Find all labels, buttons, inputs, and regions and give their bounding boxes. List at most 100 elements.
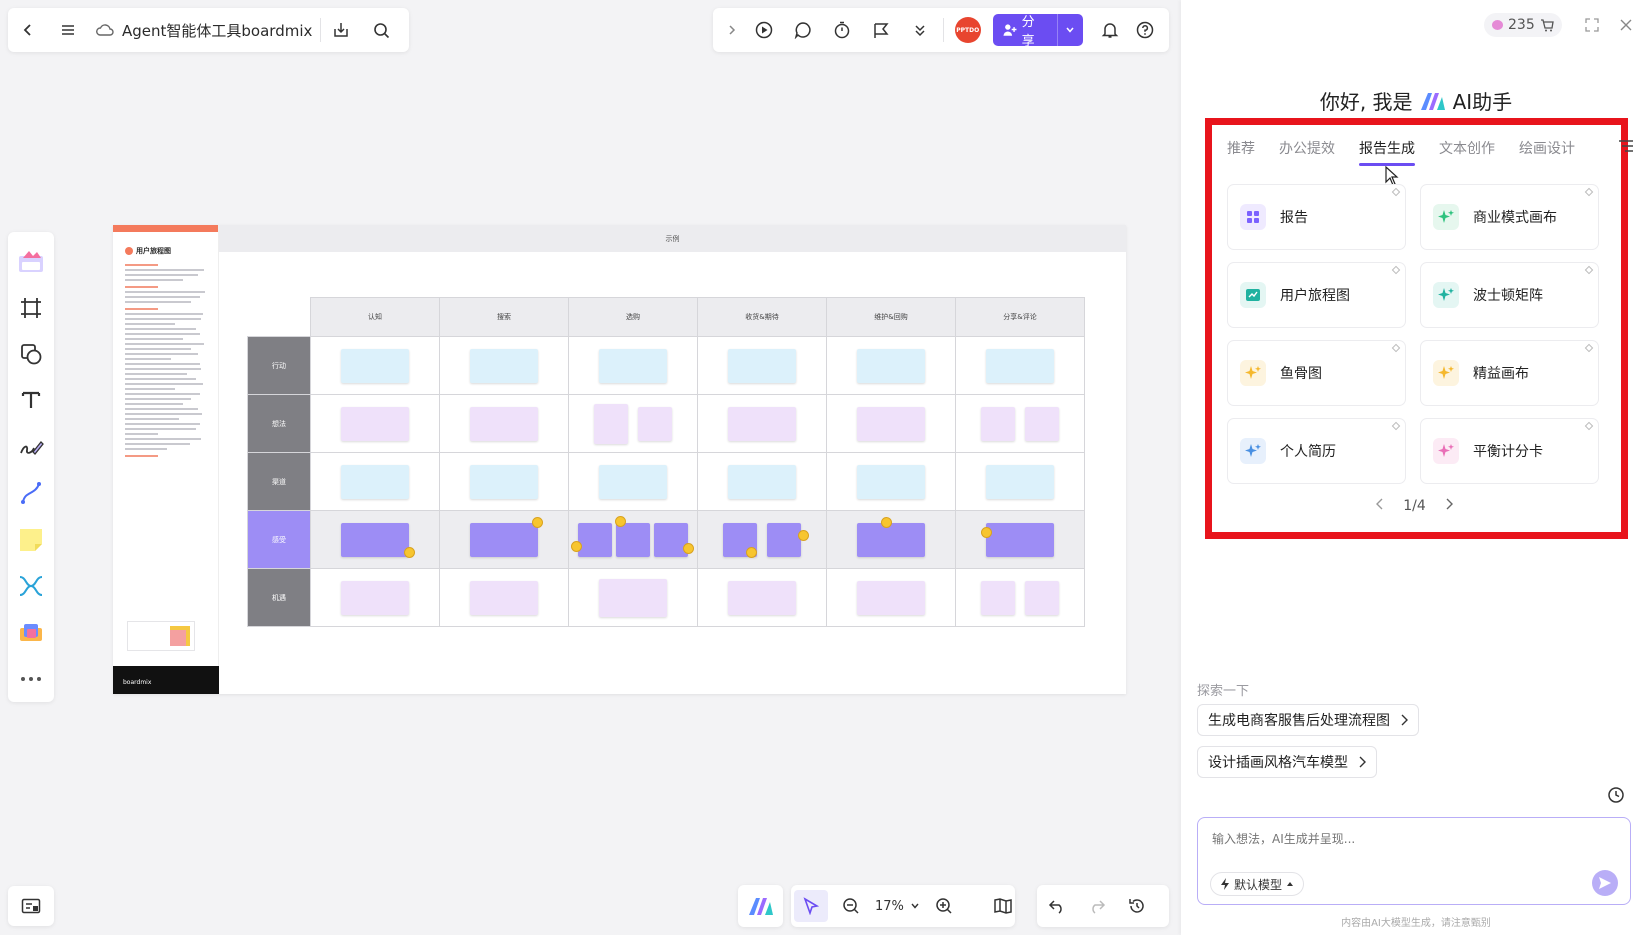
whiteboard-canvas[interactable]: Agent智能体工具boardmix PPTDO 分享 用户旅程图 boardm… (0, 0, 1180, 935)
sticky-card[interactable] (470, 522, 538, 557)
tabs-menu-button[interactable] (1618, 138, 1634, 157)
pin-icon[interactable] (1584, 187, 1594, 197)
notifications-button[interactable] (1093, 8, 1128, 52)
share-dropdown-button[interactable] (1058, 14, 1083, 46)
sticky-card[interactable] (857, 348, 925, 383)
sticky-card[interactable] (599, 348, 667, 383)
sticky-card[interactable] (616, 522, 650, 557)
sticky-card[interactable] (599, 578, 667, 617)
download-button[interactable] (321, 8, 361, 52)
document-title[interactable]: Agent智能体工具boardmix (88, 8, 320, 52)
version-history-button[interactable] (1117, 885, 1157, 927)
pin-icon[interactable] (1391, 265, 1401, 275)
sticky-card[interactable] (1025, 406, 1059, 441)
expand-panel-button[interactable] (1579, 12, 1605, 38)
sticky-card[interactable] (341, 522, 409, 557)
sticky-card[interactable] (857, 522, 925, 557)
pin-icon[interactable] (1391, 343, 1401, 353)
sticky-card[interactable] (728, 464, 796, 499)
ai-assistant-button[interactable] (738, 885, 783, 927)
sticky-card[interactable] (470, 348, 538, 383)
close-panel-button[interactable] (1613, 12, 1639, 38)
sticky-card[interactable] (728, 406, 796, 441)
suggestion-chip[interactable]: 设计插画风格汽车模型 (1197, 746, 1377, 778)
tab-drawing[interactable]: 绘画设计 (1519, 138, 1575, 164)
tool-tile-balanced-scorecard[interactable]: 平衡计分卡 (1420, 418, 1599, 484)
tool-tile-user-journey[interactable]: 用户旅程图 (1227, 262, 1406, 328)
pen-tool[interactable] (8, 424, 54, 470)
templates-tool[interactable] (8, 238, 54, 284)
user-avatar-button[interactable]: PPTDO (948, 8, 987, 52)
collapse-toolbar-button[interactable] (719, 8, 744, 52)
next-page-button[interactable] (1444, 498, 1454, 514)
zoom-in-button[interactable] (924, 885, 964, 927)
shape-tool[interactable] (8, 331, 54, 377)
tool-tile-boston-matrix[interactable]: 波士顿矩阵 (1420, 262, 1599, 328)
help-button[interactable] (1128, 8, 1163, 52)
chat-history-button[interactable] (1607, 786, 1625, 808)
sticky-card[interactable] (341, 406, 409, 441)
tool-tile-lean-canvas[interactable]: 精益画布 (1420, 340, 1599, 406)
sticky-card[interactable] (638, 406, 672, 441)
sticky-card[interactable] (981, 406, 1015, 441)
sticky-card[interactable] (986, 522, 1054, 557)
sticky-card[interactable] (986, 348, 1054, 383)
model-selector[interactable]: 默认模型 (1210, 872, 1305, 896)
frame-tool[interactable] (8, 284, 54, 330)
sticky-card[interactable] (981, 580, 1015, 615)
sticky-card[interactable] (599, 464, 667, 499)
ai-prompt-input[interactable] (1212, 832, 1592, 846)
undo-button[interactable] (1037, 885, 1077, 927)
mindmap-tool[interactable] (8, 563, 54, 609)
comment-button[interactable] (783, 8, 822, 52)
board-frame[interactable]: 用户旅程图 boardmix 示例 认知 搜索 选购 收货&期待 维护&回购 分… (113, 225, 1126, 694)
pin-icon[interactable] (1391, 187, 1401, 197)
connector-tool[interactable] (8, 470, 54, 516)
tool-tile-fishbone[interactable]: 鱼骨图 (1227, 340, 1406, 406)
present-button[interactable] (744, 8, 783, 52)
sticky-card[interactable] (341, 580, 409, 615)
tool-tile-resume[interactable]: 个人简历 (1227, 418, 1406, 484)
credits-badge[interactable]: 235 (1484, 13, 1562, 37)
search-button[interactable] (361, 8, 401, 52)
sticky-card[interactable] (341, 348, 409, 383)
menu-button[interactable] (48, 8, 88, 52)
back-button[interactable] (8, 8, 48, 52)
tool-tile-business-canvas[interactable]: 商业模式画布 (1420, 184, 1599, 250)
tab-recommended[interactable]: 推荐 (1227, 138, 1255, 164)
prev-page-button[interactable] (1375, 498, 1385, 514)
view-map-button[interactable] (983, 885, 1023, 927)
share-button[interactable]: 分享 (993, 14, 1058, 49)
sticky-card[interactable] (594, 403, 628, 444)
sticky-card[interactable] (857, 406, 925, 441)
tab-office[interactable]: 办公提效 (1279, 138, 1335, 164)
sticky-card[interactable] (578, 522, 612, 557)
text-tool[interactable] (8, 377, 54, 423)
sticky-card[interactable] (728, 580, 796, 615)
sticky-card[interactable] (767, 522, 801, 557)
sticky-card[interactable] (857, 580, 925, 615)
send-button[interactable] (1592, 870, 1618, 896)
sticky-note-tool[interactable] (8, 516, 54, 562)
sticky-card[interactable] (857, 464, 925, 499)
vote-button[interactable] (861, 8, 900, 52)
redo-button[interactable] (1077, 885, 1117, 927)
apps-tool[interactable] (8, 609, 54, 655)
sticky-card[interactable] (341, 464, 409, 499)
more-tools-button[interactable] (8, 656, 54, 702)
tab-report[interactable]: 报告生成 (1359, 138, 1415, 166)
zoom-level-dropdown[interactable]: 17% (871, 899, 924, 914)
pin-icon[interactable] (1391, 421, 1401, 431)
more-tools-button[interactable] (900, 8, 939, 52)
pin-icon[interactable] (1584, 421, 1594, 431)
suggestion-chip[interactable]: 生成电商客服售后处理流程图 (1197, 704, 1419, 736)
pin-icon[interactable] (1584, 265, 1594, 275)
zoom-out-button[interactable] (831, 885, 871, 927)
minimap-button[interactable] (8, 886, 54, 926)
sticky-card[interactable] (470, 580, 538, 615)
tab-writing[interactable]: 文本创作 (1439, 138, 1495, 164)
sticky-card[interactable] (1025, 580, 1059, 615)
select-tool-button[interactable] (791, 885, 831, 927)
sticky-card[interactable] (986, 464, 1054, 499)
pin-icon[interactable] (1584, 343, 1594, 353)
